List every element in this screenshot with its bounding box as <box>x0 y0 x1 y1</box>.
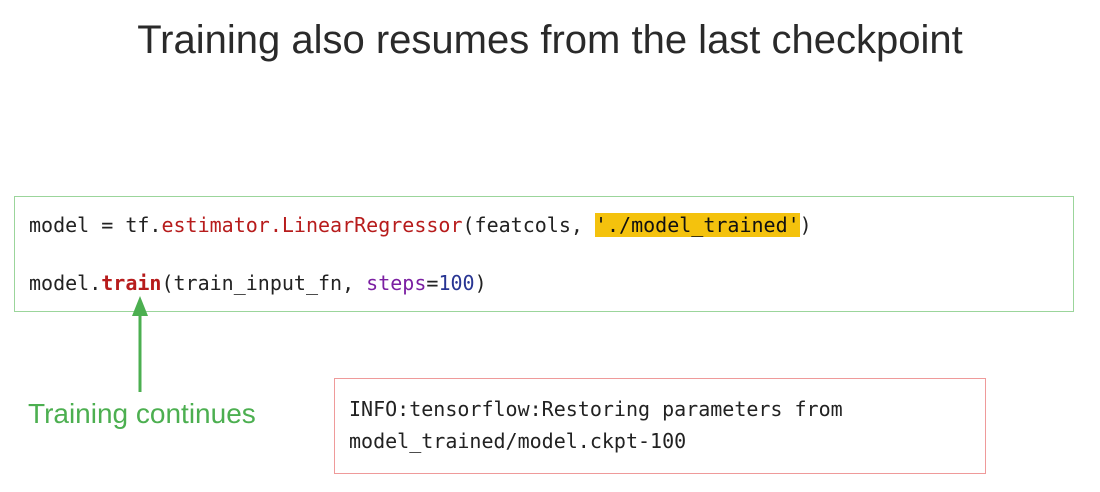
code-token: LinearRegressor <box>281 213 463 237</box>
slide-title: Training also resumes from the last chec… <box>137 18 963 62</box>
log-line: INFO:tensorflow:Restoring parameters fro… <box>349 397 843 421</box>
highlighted-model-path: './model_trained' <box>594 213 800 237</box>
code-token: ) <box>474 271 487 295</box>
code-token: . <box>269 213 282 237</box>
log-output-box: INFO:tensorflow:Restoring parameters fro… <box>334 378 986 474</box>
code-line-estimator: model = tf.estimator.LinearRegressor(fea… <box>29 213 812 237</box>
up-arrow-icon <box>132 296 148 392</box>
code-token: = <box>426 271 439 295</box>
code-token: estimator <box>161 213 270 237</box>
code-block: model = tf.estimator.LinearRegressor(fea… <box>14 196 1074 312</box>
code-token: (train_input_fn, <box>161 271 367 295</box>
log-line: model_trained/model.ckpt-100 <box>349 429 687 453</box>
code-line-train: model.train(train_input_fn, steps=100) <box>29 271 487 295</box>
code-token: (featcols, <box>462 213 595 237</box>
code-token: ) <box>799 213 812 237</box>
code-token: model. <box>29 271 102 295</box>
code-token: model = tf. <box>29 213 162 237</box>
code-token: steps <box>366 271 427 295</box>
code-token: 100 <box>438 271 475 295</box>
arrow-head <box>132 296 148 316</box>
training-continues-label: Training continues <box>28 398 256 429</box>
